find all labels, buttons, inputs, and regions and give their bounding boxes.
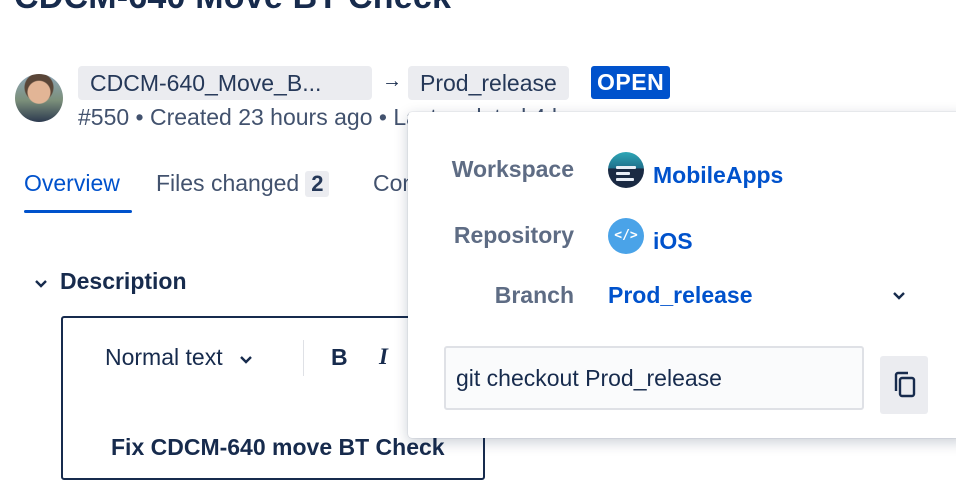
tab-files-changed-label: Files changed bbox=[156, 170, 300, 196]
status-badge: OPEN bbox=[591, 66, 671, 99]
description-toggle[interactable]: Description bbox=[34, 268, 187, 295]
workspace-link[interactable]: MobileApps bbox=[653, 162, 783, 189]
toolbar-divider bbox=[303, 340, 304, 376]
repository-label: Repository bbox=[453, 222, 574, 248]
tab-overview[interactable]: Overview bbox=[24, 170, 120, 197]
text-style-dropdown[interactable]: Normal text bbox=[105, 344, 253, 371]
bold-button[interactable]: B bbox=[331, 344, 348, 371]
workspace-label: Workspace bbox=[451, 156, 574, 182]
chevron-down-icon bbox=[34, 276, 50, 294]
arrow-right-icon: → bbox=[382, 70, 402, 92]
repository-link[interactable]: iOS bbox=[653, 228, 693, 255]
checkout-popup: Workspace MobileApps Repository </> iOS … bbox=[408, 112, 956, 438]
checkout-command-field[interactable]: git checkout Prod_release bbox=[444, 346, 864, 410]
tab-active-indicator bbox=[24, 210, 132, 213]
chevron-down-icon bbox=[239, 352, 253, 369]
tab-overview-label: Overview bbox=[24, 170, 120, 196]
branch-select[interactable]: Prod_release bbox=[608, 282, 752, 309]
italic-button[interactable]: I bbox=[379, 344, 388, 370]
target-branch-chip[interactable]: Prod_release bbox=[408, 66, 569, 100]
tab-files-changed[interactable]: Files changed 2 bbox=[156, 170, 330, 197]
page-title: CDCM-640 Move BT Check bbox=[14, 0, 451, 17]
description-heading: Description bbox=[60, 268, 187, 294]
copy-button[interactable] bbox=[880, 356, 928, 414]
branch-label: Branch bbox=[494, 282, 574, 308]
workspace-avatar-icon bbox=[608, 152, 644, 188]
copy-icon bbox=[892, 371, 918, 404]
description-text[interactable]: Fix CDCM-640 move BT Check bbox=[111, 434, 445, 461]
code-icon: </> bbox=[608, 218, 644, 254]
text-style-label: Normal text bbox=[105, 344, 223, 370]
files-changed-count: 2 bbox=[305, 171, 330, 197]
source-branch-chip[interactable]: CDCM-640_Move_B... bbox=[78, 66, 372, 100]
author-avatar[interactable] bbox=[15, 74, 63, 122]
chevron-down-icon[interactable] bbox=[892, 286, 906, 306]
